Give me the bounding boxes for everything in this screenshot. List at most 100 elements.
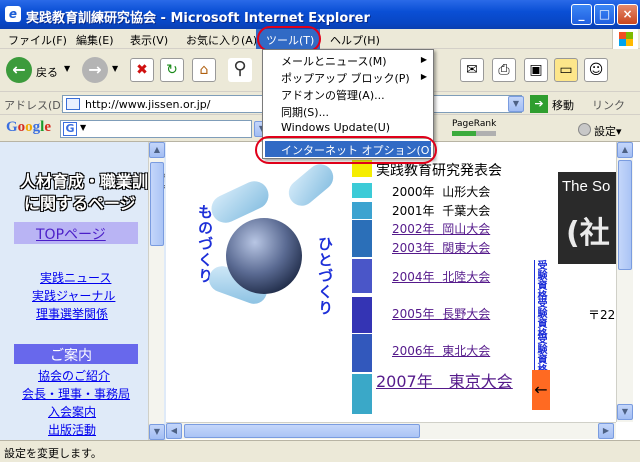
go-arrow-icon[interactable]: ➔ <box>530 95 548 113</box>
edit-icon[interactable]: ▣ <box>524 58 548 82</box>
main-vertical-scrollbar[interactable]: ▲ ▼ <box>616 142 633 422</box>
back-arrow-icon[interactable]: ← <box>6 57 32 83</box>
menu-edit[interactable]: 編集(E) <box>76 32 114 48</box>
menu-view[interactable]: 表示(V) <box>130 32 168 48</box>
strip-blue-1 <box>352 220 372 257</box>
conference-link-2005[interactable]: 2005年 長野大会 <box>392 305 490 322</box>
left-heading-line1: 人材育成・職業訓練 <box>20 172 165 191</box>
messenger-icon[interactable]: ☺ <box>584 58 608 82</box>
top-page-link[interactable]: TOPページ <box>36 224 106 244</box>
page-content: 人材育成・職業訓練 に関するページ TOPページ 実践ニュース 実践ジャーナル … <box>0 142 640 440</box>
menu-help[interactable]: ヘルプ(H) <box>330 32 380 48</box>
window-title: 実践教育訓練研究協会 - Microsoft Internet Explorer <box>26 11 370 26</box>
menu-item-windows-update[interactable]: Windows Update(U) <box>281 121 390 134</box>
vertical-link-qualification-3[interactable]: 受験資格 <box>534 334 548 374</box>
search-icon[interactable]: ⚲ <box>228 58 252 82</box>
guide-link-publishing[interactable]: 出版活動 <box>48 421 96 438</box>
ie-icon: e <box>5 6 21 22</box>
arrow-left-icon: ← <box>532 370 550 410</box>
address-url[interactable]: http://www.jissen.or.jp/ <box>85 98 210 111</box>
hand-right-decoration <box>283 158 339 212</box>
vertical-link-qualification-1[interactable]: 受験資格 <box>534 260 548 300</box>
main-hscroll-thumb[interactable] <box>184 424 420 438</box>
status-text: 設定を変更します。 <box>4 447 102 460</box>
discuss-icon[interactable]: ▭ <box>554 58 578 82</box>
menu-favorites[interactable]: お気に入り(A) <box>186 32 257 48</box>
nav-link-news[interactable]: 実践ニュース <box>40 269 111 286</box>
nav-link-election[interactable]: 理事選挙関係 <box>36 305 108 322</box>
menu-item-manage-addons[interactable]: アドオンの管理(A)... <box>281 87 385 103</box>
left-scrollbar[interactable]: ▲ ▼ <box>148 142 165 440</box>
strip-indigo <box>352 297 372 333</box>
conference-link-2006[interactable]: 2006年 東北大会 <box>392 342 490 359</box>
left-scroll-down-icon[interactable]: ▼ <box>149 424 165 440</box>
forward-arrow-icon[interactable]: → <box>82 57 108 83</box>
settings-button[interactable]: 設定▾ <box>594 123 622 139</box>
submenu-arrow-icon: ▶ <box>420 72 427 81</box>
postal-code: 〒22 <box>588 308 616 322</box>
back-dropdown-icon[interactable]: ▼ <box>64 64 70 73</box>
google-logo: Google <box>6 119 52 135</box>
main-frame: ものづくり ひとづくり 実践教育研究発表会 2000年 山形大会 2001年 千… <box>166 142 640 440</box>
status-bar: 設定を変更します。 <box>0 440 640 462</box>
address-dropdown-icon[interactable]: ▼ <box>508 96 524 112</box>
settings-icon[interactable] <box>578 123 591 136</box>
main-scroll-down-icon[interactable]: ▼ <box>617 404 633 420</box>
maximize-button[interactable]: □ <box>594 4 615 25</box>
windows-logo-icon <box>612 29 638 49</box>
main-scroll-up-icon[interactable]: ▲ <box>617 142 633 158</box>
address-label: アドレス(D) <box>4 99 66 112</box>
strip-blue-2 <box>352 259 372 293</box>
strip-cyan-1 <box>352 183 372 198</box>
vertical-link-qualification-2[interactable]: 受験資格 <box>534 298 548 338</box>
home-icon[interactable]: ⌂ <box>192 58 216 82</box>
left-scroll-thumb[interactable] <box>150 162 164 246</box>
pagerank-bar <box>452 131 496 136</box>
banner-image[interactable]: The So (社 <box>558 172 616 264</box>
links-label[interactable]: リンク <box>592 97 625 113</box>
print-icon[interactable]: ⎙ <box>492 58 516 82</box>
forward-dropdown-icon[interactable]: ▼ <box>112 64 118 73</box>
close-button[interactable]: × <box>617 4 638 25</box>
menu-item-synchronize[interactable]: 同期(S)... <box>281 104 329 120</box>
guide-link-join[interactable]: 入会案内 <box>48 403 96 420</box>
left-heading-line2: に関するページ <box>24 194 136 213</box>
main-horizontal-scrollbar[interactable]: ◀ ▶ <box>166 422 616 439</box>
conference-2000: 2000年 山形大会 <box>392 185 491 199</box>
left-nav-frame: 人材育成・職業訓練 に関するページ TOPページ 実践ニュース 実践ジャーナル … <box>0 142 166 440</box>
pagerank-label: PageRank <box>452 119 497 129</box>
refresh-icon[interactable]: ↻ <box>160 58 184 82</box>
conference-link-2004[interactable]: 2004年 北陸大会 <box>392 268 490 285</box>
title-bar: e 実践教育訓練研究協会 - Microsoft Internet Explor… <box>0 0 640 29</box>
guide-link-about[interactable]: 協会のご紹介 <box>38 367 110 384</box>
main-scroll-right-icon[interactable]: ▶ <box>598 423 614 439</box>
stop-icon[interactable]: ✖ <box>130 58 154 82</box>
menu-file[interactable]: ファイル(F) <box>8 32 67 48</box>
main-scroll-thumb[interactable] <box>618 160 632 270</box>
banner-kanji: (社 <box>566 216 610 251</box>
left-scroll-up-icon[interactable]: ▲ <box>149 142 165 158</box>
conference-link-2007[interactable]: 2007年 東京大会 <box>376 372 522 391</box>
conference-link-2003[interactable]: 2003年 関東大会 <box>392 239 490 256</box>
google-search-input[interactable]: G ▼ <box>60 120 252 138</box>
page-icon <box>66 98 80 110</box>
submenu-arrow-icon: ▶ <box>420 55 427 64</box>
conference-link-2002[interactable]: 2002年 岡山大会 <box>392 220 490 237</box>
google-dropdown-icon[interactable]: ▼ <box>80 123 86 132</box>
guide-link-officers[interactable]: 会長・理事・事務局 <box>22 385 130 402</box>
menu-item-mail-news[interactable]: メールとニュース(M) <box>281 53 387 69</box>
menu-item-popup-blocker[interactable]: ポップアップ ブロック(P) <box>281 70 410 86</box>
google-g-icon: G <box>63 122 77 136</box>
go-button[interactable]: 移動 <box>552 97 574 113</box>
banner-title: The So <box>562 178 611 195</box>
nav-link-journal[interactable]: 実践ジャーナル <box>32 287 115 304</box>
globe-image <box>226 218 302 294</box>
mail-icon[interactable]: ✉ <box>460 58 484 82</box>
main-scroll-left-icon[interactable]: ◀ <box>166 423 182 439</box>
guide-heading: ご案内 <box>50 348 92 364</box>
back-label[interactable]: 戻る <box>36 64 58 80</box>
annotation-ring-internet-options <box>255 136 437 164</box>
vertical-text-hitozukuri: ひとづくり <box>316 236 334 316</box>
minimize-button[interactable]: _ <box>571 4 592 25</box>
conference-2001: 2001年 千葉大会 <box>392 204 491 218</box>
